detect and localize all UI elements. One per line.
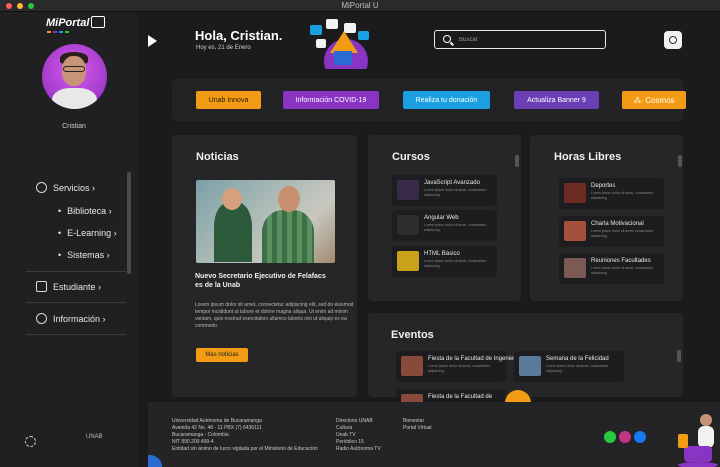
event-card-title: Fiesta de la Facultad de Ingeniería [428,356,521,362]
divider [26,271,126,272]
instagram-icon[interactable] [619,431,631,443]
facebook-icon[interactable] [634,431,646,443]
nav-sub-elearning[interactable]: E-Learning › [58,228,117,238]
footer-address: Universidad Autónoma de Bucaramanga Aven… [172,418,318,452]
divider [26,302,126,303]
current-date: Hoy es, 21 de Enero [196,45,251,51]
news-title: Noticias [196,151,239,163]
covid-info-button[interactable]: Información COVID-19 [283,91,379,109]
free-hour-card-desc: Lorem ipsum dolor sit amet, consectetur … [591,191,654,200]
event-card[interactable]: Fiesta de la Facultad de Ingeniería Lorem… [396,351,520,382]
events-scrollbar[interactable] [677,350,681,362]
footer-links[interactable]: Directorio UNAB Cultura Unab TV Periódic… [336,418,386,453]
student-icon [36,281,47,292]
news-headline[interactable]: Nuevo Secretario Ejecutivo de Felafacs e… [195,272,335,290]
info-icon [36,313,47,324]
more-news-button[interactable]: Mas noticias [196,348,248,362]
course-card-title: JavaScript Avanzado [424,180,480,186]
collapse-sidebar-button[interactable] [148,35,157,47]
nav-info[interactable]: Información › [36,313,106,324]
event-thumbnail [401,356,423,376]
free-hour-card[interactable]: Charla Motivacional Lorem ipsum dolor sit… [559,216,664,247]
event-thumbnail [519,356,541,376]
event-card-desc: Lorem ipsum dolor sit amet, consectetur … [428,364,491,373]
courses-title: Cursos [392,151,430,163]
free-hour-card-title: Reuniones Facultades [591,258,651,264]
sidebar-scrollbar[interactable] [127,172,131,274]
course-card-desc: Lorem ipsum dolor sit amet, consectetur … [424,259,487,268]
whatsapp-icon[interactable] [604,431,616,443]
cosmos-icon: ⁂ [633,95,642,105]
free-hours-scrollbar[interactable] [678,155,682,167]
avatar[interactable] [42,44,107,109]
course-card-desc: Lorem ipsum dolor sit amet, consectetur … [424,223,487,232]
event-card[interactable]: Semana de la Felicidad Lorem ipsum dolor … [514,351,624,382]
window-titlebar: MiPortal U [0,0,720,12]
free-hour-thumbnail [564,221,586,241]
footer-links-2[interactable]: Bienestar Portal Virtual [403,418,453,432]
free-hours-title: Horas Libres [554,151,622,163]
course-card-title: Angular Web [424,215,459,221]
search-input[interactable] [459,34,599,45]
divider [26,334,126,335]
course-card[interactable]: Angular Web Lorem ipsum dolor sit amet, c… [392,210,497,241]
event-card-desc: Lorem ipsum dolor sit amet, consectetur … [546,364,609,373]
nav-sub-biblioteca[interactable]: Biblioteca › [58,206,112,216]
free-hour-card-desc: Lorem ipsum dolor sit amet, consectetur … [591,266,654,275]
greeting: Hola, Cristian. [195,28,283,43]
free-hour-card[interactable]: Deportes Lorem ipsum dolor sit amet, cons… [559,178,664,209]
search-icon [443,35,451,43]
event-card-title: Fiesta de la Facultad de [428,394,493,400]
window-title: MiPortal U [341,1,379,10]
event-card-title: Semana de la Felicidad [546,356,609,362]
nav-student[interactable]: Estudiante › [36,281,101,292]
nav-sub-sistemas[interactable]: Sistemas › [58,250,110,260]
update-banner-button[interactable]: Actualiza Banner 9 [514,91,599,109]
course-card-desc: Lorem ipsum dolor sit amet, consectetur … [424,188,487,197]
free-hour-card-desc: Lorem ipsum dolor sit amet, consectetur … [591,229,654,238]
search-bar[interactable] [434,30,606,49]
app-logo[interactable]: MiPortal [46,16,106,29]
course-thumbnail [397,251,419,271]
free-hour-card[interactable]: Reuniones Facultades Lorem ipsum dolor si… [559,253,664,284]
events-title: Eventos [391,329,434,341]
nav-services[interactable]: Servicios › [36,182,95,193]
course-card-title: HTML Básico [424,251,460,257]
theme-toggle-button[interactable] [664,31,682,49]
free-hour-thumbnail [564,258,586,278]
user-name: Cristian [62,123,86,130]
free-hour-card-title: Charla Motivacional [591,221,644,227]
free-hour-thumbnail [564,183,586,203]
header-illustration [310,19,369,69]
unab-logo: UNAB [86,434,103,440]
news-image[interactable] [196,180,335,263]
news-body: Lorem ipsum dolor sit amet, consectetur … [195,302,354,329]
course-thumbnail [397,180,419,200]
settings-gear-icon[interactable] [25,436,36,447]
services-icon [36,182,47,193]
free-hour-card-title: Deportes [591,183,616,189]
courses-scrollbar[interactable] [515,155,519,167]
footer-illustration [678,414,718,467]
event-card[interactable]: Fiesta de la Facultad de [396,389,506,414]
course-card[interactable]: JavaScript Avanzado Lorem ipsum dolor sit… [392,175,497,206]
course-thumbnail [397,215,419,235]
unab-innova-button[interactable]: Unab Innova [196,91,261,109]
cosmos-button[interactable]: ⁂ Cosmos [622,91,686,109]
logo-color-bar [47,31,69,33]
course-card[interactable]: HTML Básico Lorem ipsum dolor sit amet, c… [392,246,497,277]
donation-button[interactable]: Realiza tu donación [403,91,490,109]
